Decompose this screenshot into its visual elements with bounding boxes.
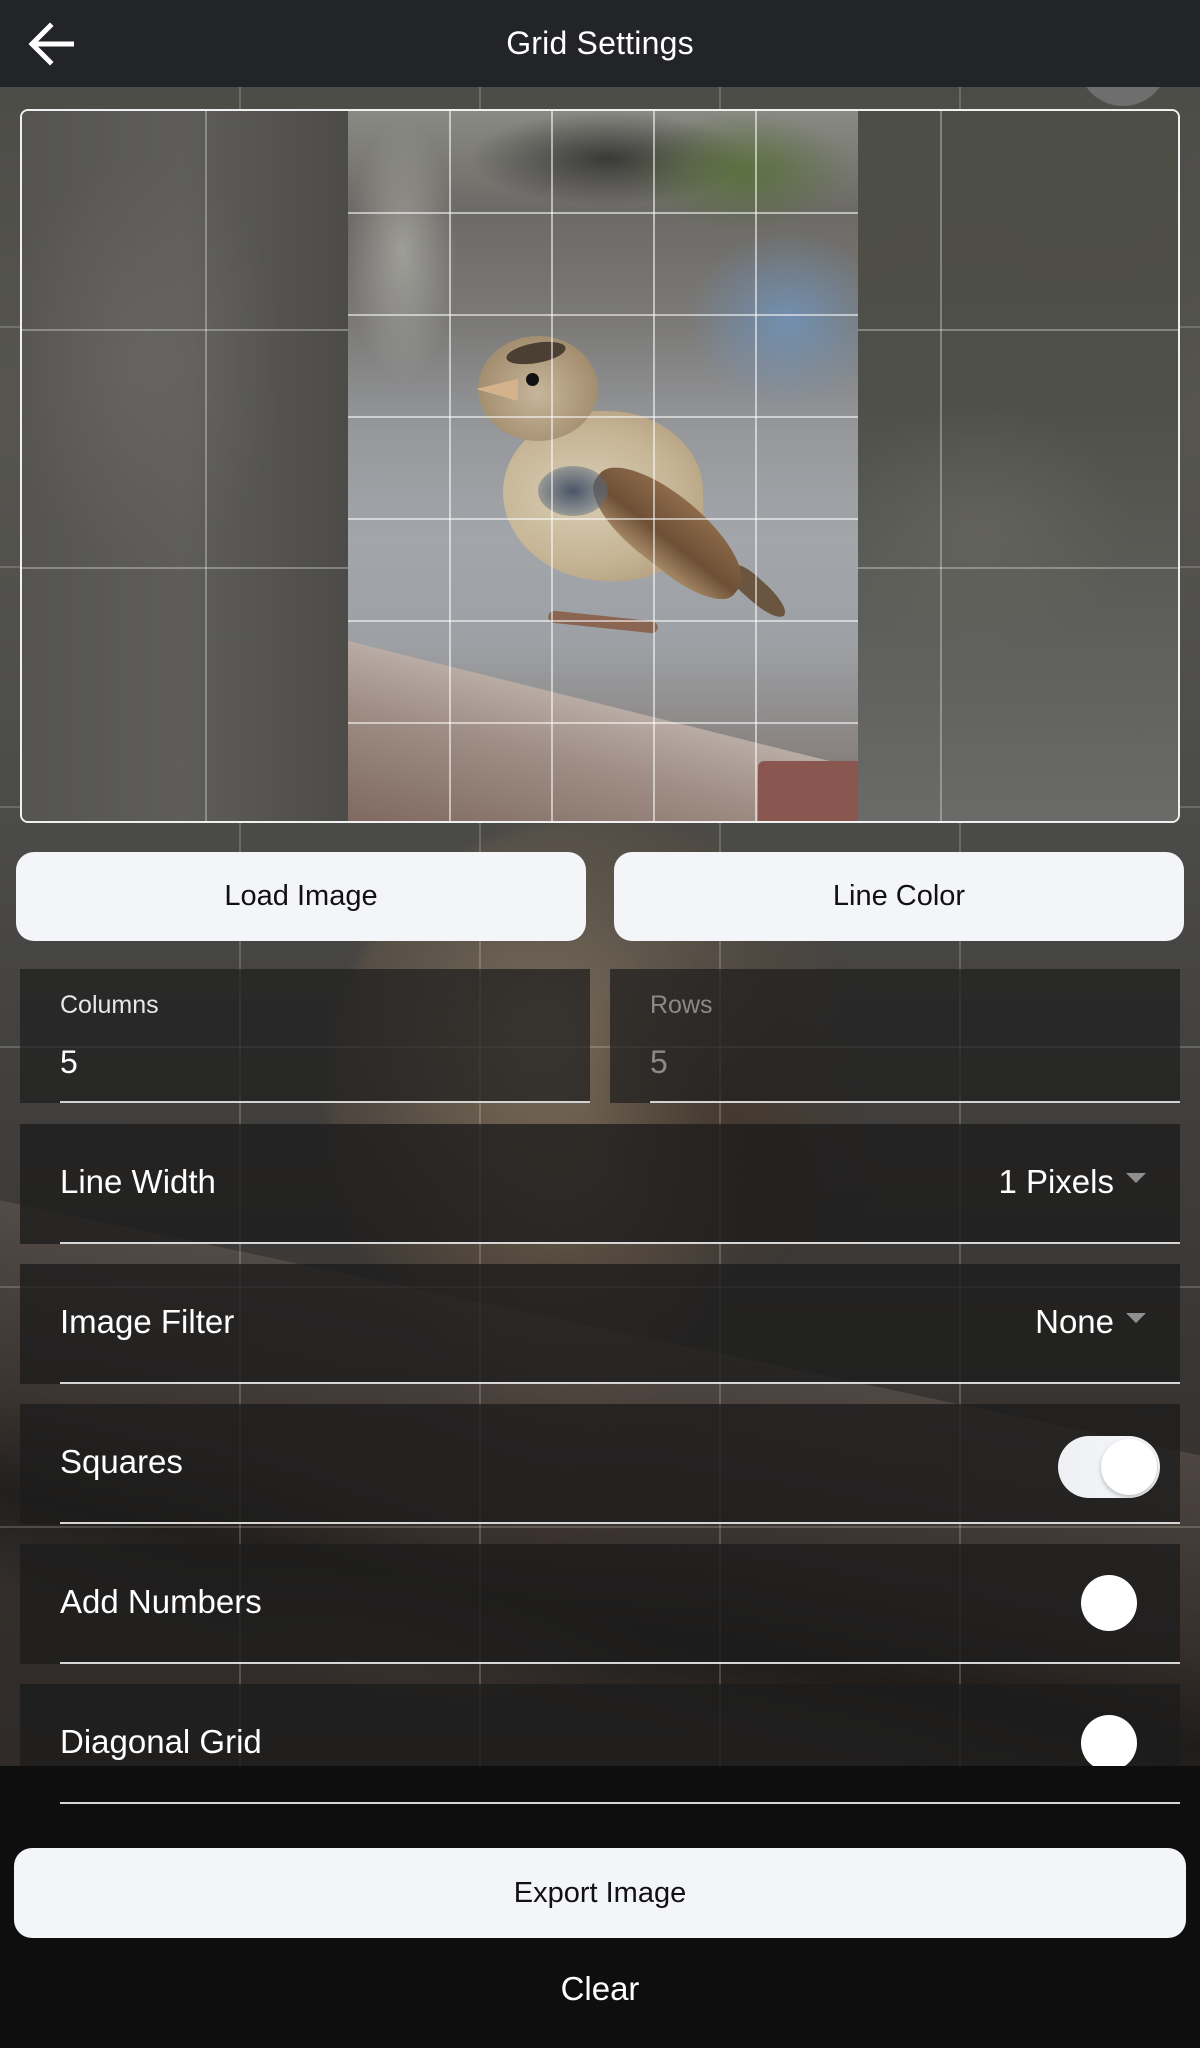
app-header: Grid Settings xyxy=(0,0,1200,87)
preview-photo xyxy=(348,111,858,821)
preview-margin-grid-line-horizontal xyxy=(22,567,348,569)
toggle-thumb xyxy=(1081,1715,1137,1771)
bird-feet xyxy=(547,610,659,634)
photo-bg-light xyxy=(348,121,458,381)
rows-label: Rows xyxy=(650,991,713,1019)
bird-beak xyxy=(476,379,518,401)
preview-margin-grid-line-vertical xyxy=(939,111,942,821)
image-filter-value-wrap[interactable]: None xyxy=(1035,1264,1146,1380)
back-button[interactable] xyxy=(22,18,80,70)
bird-bib xyxy=(538,466,608,516)
bird-eye xyxy=(526,373,539,386)
rows-input: 5 xyxy=(650,1044,668,1080)
preview-grid-line-horizontal xyxy=(348,416,858,418)
preview-margin-grid-line-vertical xyxy=(205,111,208,821)
preview-grid-line-horizontal xyxy=(348,722,858,724)
preview-grid-line-vertical xyxy=(551,111,553,821)
preview-grid-line-horizontal xyxy=(348,212,858,214)
columns-field[interactable]: Columns 5 xyxy=(20,969,590,1103)
preview-margin-grid-line-horizontal xyxy=(858,567,1178,569)
line-width-underline xyxy=(60,1242,1180,1244)
line-width-value: 1 Pixels xyxy=(998,1163,1114,1200)
background-grid-line-horizontal xyxy=(0,1526,1200,1528)
line-width-value-wrap[interactable]: 1 Pixels xyxy=(998,1124,1146,1240)
line-color-button[interactable]: Line Color xyxy=(614,852,1184,941)
preview-margin-grid-line-horizontal xyxy=(858,329,1178,331)
add-numbers-row: Add Numbers xyxy=(20,1544,1180,1664)
preview-right-margin xyxy=(858,111,1178,821)
bottom-action-bar: Export Image Clear xyxy=(0,1766,1200,2048)
preview-left-margin xyxy=(22,111,348,821)
diagonal-grid-underline xyxy=(60,1802,1180,1804)
diagonal-grid-toggle[interactable] xyxy=(1080,1714,1138,1772)
image-filter-label: Image Filter xyxy=(60,1303,235,1340)
rows-underline xyxy=(650,1101,1180,1103)
preview-grid-line-horizontal xyxy=(348,314,858,316)
image-filter-select[interactable]: Image Filter None xyxy=(20,1264,1180,1384)
caret-down-icon xyxy=(1126,1173,1146,1183)
squares-row: Squares xyxy=(20,1404,1180,1524)
load-image-button[interactable]: Load Image xyxy=(16,852,586,941)
squares-underline xyxy=(60,1522,1180,1524)
preview-grid-line-horizontal xyxy=(348,518,858,520)
preview-grid-line-vertical xyxy=(755,111,757,821)
columns-label: Columns xyxy=(60,991,159,1019)
toggle-thumb xyxy=(1081,1575,1137,1631)
line-width-label: Line Width xyxy=(60,1163,216,1200)
columns-underline xyxy=(60,1101,590,1103)
preview-grid-line-vertical xyxy=(653,111,655,821)
export-image-button[interactable]: Export Image xyxy=(14,1848,1186,1938)
columns-input[interactable]: 5 xyxy=(60,1044,78,1081)
image-filter-value: None xyxy=(1035,1303,1114,1340)
photo-bench-end xyxy=(758,761,858,821)
squares-toggle[interactable] xyxy=(1058,1436,1160,1498)
page-title: Grid Settings xyxy=(506,25,694,61)
arrow-left-icon xyxy=(28,22,74,66)
rows-field: Rows 5 xyxy=(610,969,1180,1103)
photo-bg-blue xyxy=(688,231,858,411)
preview-grid-line-horizontal xyxy=(348,620,858,622)
add-numbers-underline xyxy=(60,1662,1180,1664)
grid-preview[interactable] xyxy=(20,109,1180,823)
add-numbers-label: Add Numbers xyxy=(60,1583,262,1620)
clear-button[interactable]: Clear xyxy=(500,1944,700,2034)
image-filter-underline xyxy=(60,1382,1180,1384)
line-width-select[interactable]: Line Width 1 Pixels xyxy=(20,1124,1180,1244)
add-numbers-toggle[interactable] xyxy=(1080,1574,1138,1632)
squares-label: Squares xyxy=(60,1443,183,1480)
preview-grid-line-vertical xyxy=(449,111,451,821)
preview-margin-grid-line-horizontal xyxy=(22,329,348,331)
caret-down-icon xyxy=(1126,1313,1146,1323)
toggle-thumb xyxy=(1101,1439,1157,1495)
